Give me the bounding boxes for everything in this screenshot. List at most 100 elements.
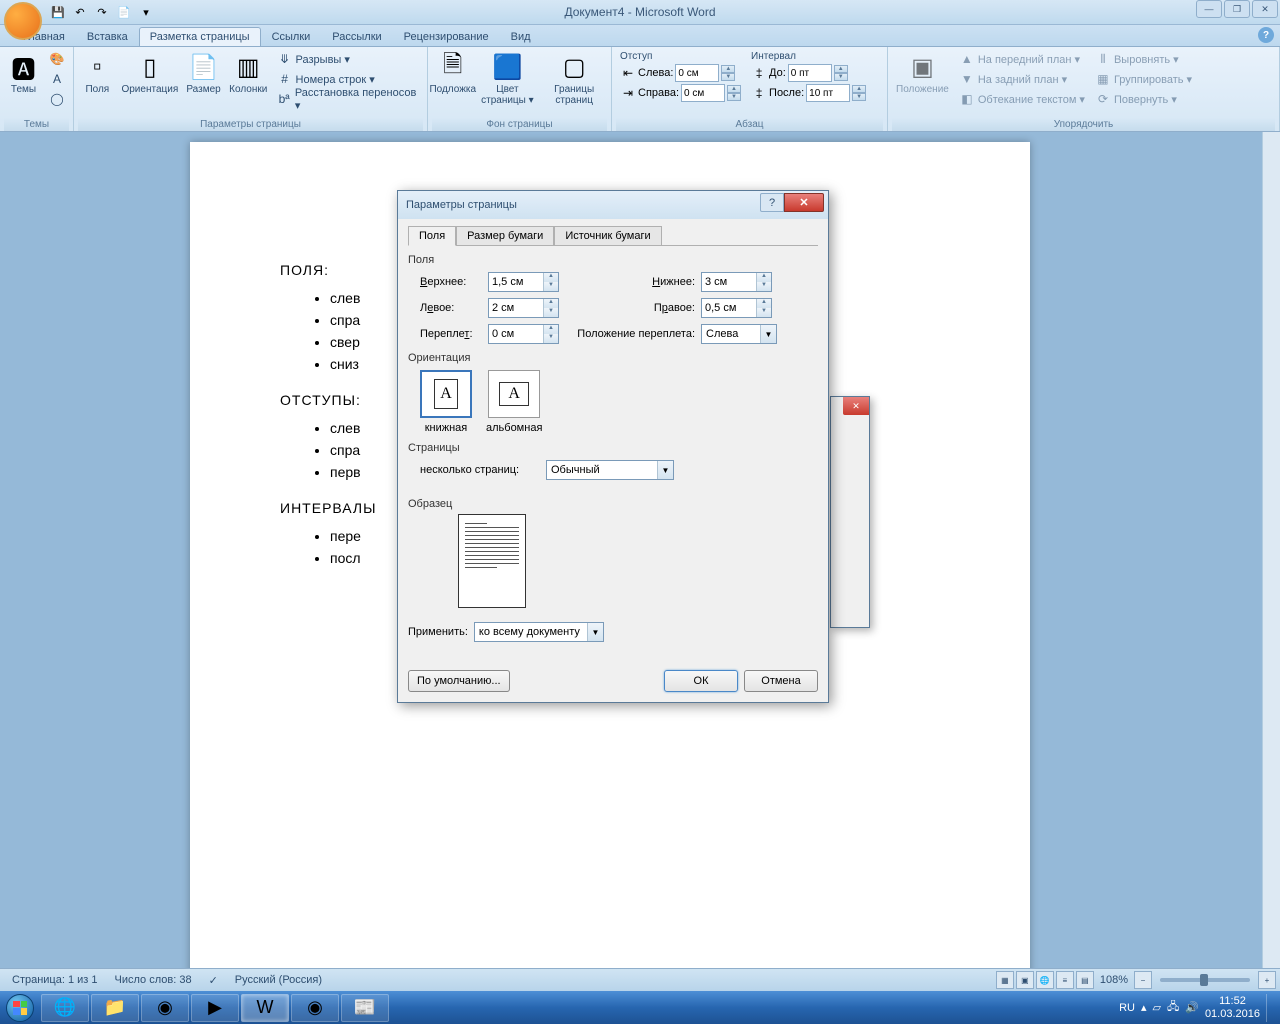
margin-right-input[interactable] xyxy=(702,299,756,317)
spin-up[interactable]: ▲ xyxy=(721,65,735,73)
minimize-button[interactable]: — xyxy=(1196,0,1222,18)
dlg-tab-margins[interactable]: Поля xyxy=(408,226,456,246)
status-language[interactable]: Русский (Россия) xyxy=(227,974,331,986)
gutter-pos-combo[interactable]: Слева▼ xyxy=(701,324,777,344)
tray-clock[interactable]: 11:52 01.03.2016 xyxy=(1205,995,1260,1019)
themes-button[interactable]: 🅰 Темы xyxy=(4,49,43,97)
defaults-button[interactable]: По умолчанию... xyxy=(408,670,510,692)
spin-down[interactable]: ▼ xyxy=(721,73,735,81)
taskbar-ie[interactable]: 🌐 xyxy=(41,994,89,1022)
tab-review[interactable]: Рецензирование xyxy=(393,27,500,46)
close-button[interactable]: ✕ xyxy=(1252,0,1278,18)
tray-language[interactable]: RU xyxy=(1119,1002,1135,1014)
undo-icon[interactable]: ↶ xyxy=(70,2,90,22)
zoom-value[interactable]: 108% xyxy=(1100,974,1128,986)
spin-up[interactable]: ▲ xyxy=(757,299,771,308)
tray-flag-icon[interactable]: ▱ xyxy=(1153,1001,1161,1014)
tab-references[interactable]: Ссылки xyxy=(261,27,322,46)
zoom-slider[interactable] xyxy=(1160,978,1250,982)
chevron-down-icon[interactable]: ▼ xyxy=(760,325,776,343)
orientation-landscape[interactable]: A альбомная xyxy=(486,370,542,434)
spin-up[interactable]: ▲ xyxy=(544,325,558,334)
vertical-scrollbar[interactable] xyxy=(1262,132,1280,968)
orientation-portrait[interactable]: A книжная xyxy=(420,370,472,434)
view-web-button[interactable]: 🌐 xyxy=(1036,971,1054,989)
qat-dropdown-icon[interactable]: ▾ xyxy=(136,2,156,22)
dlg-tab-source[interactable]: Источник бумаги xyxy=(554,226,661,246)
taskbar-chrome2[interactable]: ◉ xyxy=(291,994,339,1022)
spin-up[interactable]: ▲ xyxy=(757,273,771,282)
spin-up[interactable]: ▲ xyxy=(544,273,558,282)
spin-down[interactable]: ▼ xyxy=(544,282,558,291)
qat-icon[interactable]: 📄 xyxy=(114,2,134,22)
taskbar-word[interactable]: W xyxy=(241,994,289,1022)
margin-bottom-input[interactable] xyxy=(702,273,756,291)
dialog-help-button[interactable]: ? xyxy=(760,193,784,212)
text-wrap-button[interactable]: ◧Обтекание текстом ▾ xyxy=(955,89,1089,109)
indent-left-input[interactable] xyxy=(675,64,719,82)
breaks-button[interactable]: ⤋Разрывы ▾ xyxy=(273,49,423,69)
cancel-button[interactable]: Отмена xyxy=(744,670,818,692)
peek-close-button[interactable]: ✕ xyxy=(843,397,869,415)
start-button[interactable] xyxy=(0,991,40,1024)
spin-up[interactable]: ▲ xyxy=(544,299,558,308)
redo-icon[interactable]: ↷ xyxy=(92,2,112,22)
rotate-button[interactable]: ⟳Повернуть ▾ xyxy=(1091,89,1196,109)
view-fullscreen-button[interactable]: ▣ xyxy=(1016,971,1034,989)
tab-mailings[interactable]: Рассылки xyxy=(321,27,392,46)
tab-view[interactable]: Вид xyxy=(500,27,542,46)
taskbar-chrome[interactable]: ◉ xyxy=(141,994,189,1022)
spin-down[interactable]: ▼ xyxy=(757,308,771,317)
send-back-button[interactable]: ▼На задний план ▾ xyxy=(955,69,1089,89)
zoom-in-button[interactable]: + xyxy=(1258,971,1276,989)
theme-effects-button[interactable]: ◯ xyxy=(45,89,69,109)
spin-up[interactable]: ▲ xyxy=(834,65,848,73)
spin-down[interactable]: ▼ xyxy=(727,93,741,101)
hyphenation-button[interactable]: bªРасстановка переносов ▾ xyxy=(273,89,423,109)
watermark-button[interactable]: 🗎Подложка xyxy=(432,49,473,97)
apply-to-combo[interactable]: ко всему документу▼ xyxy=(474,622,604,642)
spin-up[interactable]: ▲ xyxy=(852,85,866,93)
office-button[interactable] xyxy=(4,2,42,40)
position-button[interactable]: ▣Положение xyxy=(892,49,953,97)
spacing-after-input[interactable] xyxy=(806,84,850,102)
dialog-close-button[interactable]: ✕ xyxy=(784,193,824,212)
dialog-titlebar[interactable]: Параметры страницы ? ✕ xyxy=(398,191,828,219)
ok-button[interactable]: ОК xyxy=(664,670,738,692)
theme-fonts-button[interactable]: A xyxy=(45,69,69,89)
align-button[interactable]: ⫴Выровнять ▾ xyxy=(1091,49,1196,69)
chevron-down-icon[interactable]: ▼ xyxy=(587,623,603,641)
taskbar-news[interactable]: 📰 xyxy=(341,994,389,1022)
help-icon[interactable]: ? xyxy=(1258,27,1274,43)
spin-down[interactable]: ▼ xyxy=(852,93,866,101)
group-button[interactable]: ▦Группировать ▾ xyxy=(1091,69,1196,89)
gutter-input[interactable] xyxy=(489,325,543,343)
view-print-layout-button[interactable]: ▦ xyxy=(996,971,1014,989)
status-proofing-icon[interactable]: ✓ xyxy=(201,974,227,987)
status-words[interactable]: Число слов: 38 xyxy=(107,974,201,986)
status-page[interactable]: Страница: 1 из 1 xyxy=(4,974,107,986)
page-borders-button[interactable]: ▢Границы страниц xyxy=(541,49,607,108)
multipages-combo[interactable]: Обычный▼ xyxy=(546,460,674,480)
orientation-button[interactable]: ▯Ориентация xyxy=(119,49,181,97)
margins-button[interactable]: ▫Поля xyxy=(78,49,117,97)
tray-volume-icon[interactable]: 🔊 xyxy=(1185,1001,1199,1014)
bring-front-button[interactable]: ▲На передний план ▾ xyxy=(955,49,1089,69)
chevron-down-icon[interactable]: ▼ xyxy=(657,461,673,479)
view-draft-button[interactable]: ▤ xyxy=(1076,971,1094,989)
tray-arrow-icon[interactable]: ▴ xyxy=(1141,1001,1147,1014)
indent-right-input[interactable] xyxy=(681,84,725,102)
save-icon[interactable]: 💾 xyxy=(48,2,68,22)
taskbar-media[interactable]: ▶ xyxy=(191,994,239,1022)
columns-button[interactable]: ▥Колонки xyxy=(226,49,271,97)
size-button[interactable]: 📄Размер xyxy=(183,49,224,97)
tab-page-layout[interactable]: Разметка страницы xyxy=(139,27,261,46)
spin-up[interactable]: ▲ xyxy=(727,85,741,93)
spin-down[interactable]: ▼ xyxy=(757,282,771,291)
taskbar-explorer[interactable]: 📁 xyxy=(91,994,139,1022)
view-outline-button[interactable]: ≡ xyxy=(1056,971,1074,989)
show-desktop-button[interactable] xyxy=(1266,994,1274,1022)
tab-insert[interactable]: Вставка xyxy=(76,27,139,46)
spin-down[interactable]: ▼ xyxy=(544,334,558,343)
spin-down[interactable]: ▼ xyxy=(834,73,848,81)
